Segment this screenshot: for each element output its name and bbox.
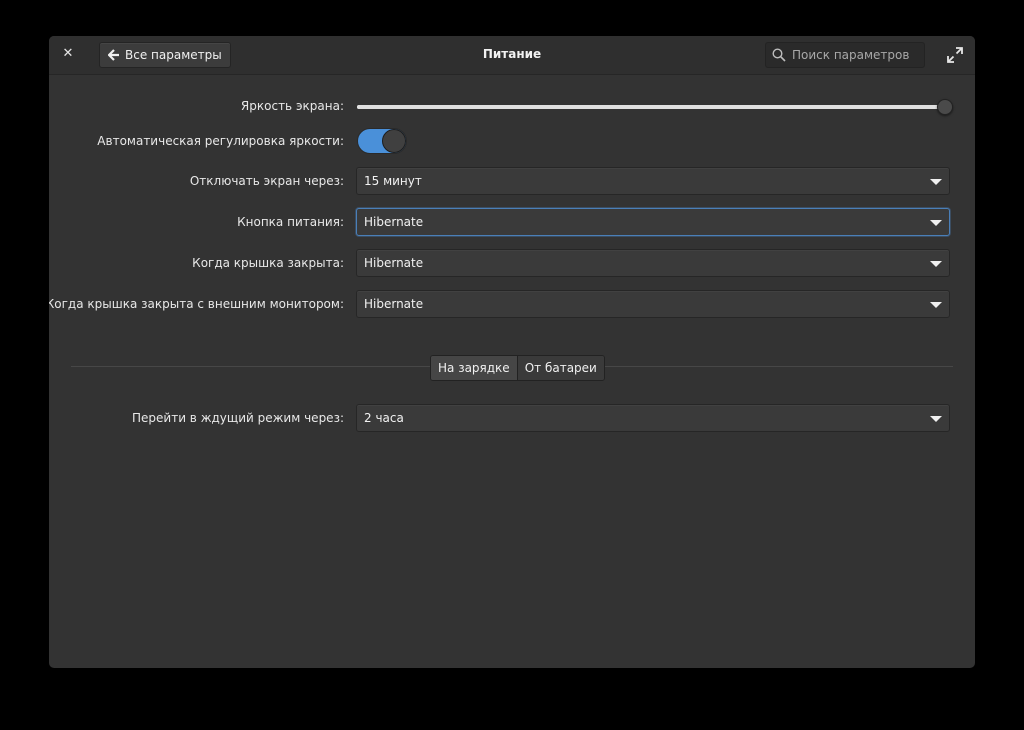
auto-brightness-toggle[interactable] [357, 128, 407, 154]
search-input[interactable] [792, 48, 912, 62]
maximize-icon[interactable] [947, 47, 963, 63]
search-field[interactable] [765, 42, 925, 68]
back-button-label: Все параметры [125, 48, 222, 62]
chevron-down-icon [930, 261, 942, 267]
titlebar: ✕ Все параметры Питание [49, 36, 975, 75]
brightness-label: Яркость экрана: [240, 99, 344, 113]
back-button[interactable]: Все параметры [99, 42, 231, 68]
power-button-select[interactable]: Hibernate [356, 208, 950, 236]
power-button-label: Кнопка питания: [237, 215, 344, 229]
slider-fill [357, 105, 946, 109]
close-icon[interactable]: ✕ [59, 45, 77, 63]
chevron-down-icon [930, 220, 942, 226]
tab-battery[interactable]: От батареи [517, 356, 604, 380]
brightness-slider[interactable] [357, 99, 954, 115]
lid-closed-label: Когда крышка закрыта: [192, 256, 344, 270]
chevron-down-icon [930, 302, 942, 308]
screen-off-select[interactable]: 15 минут [356, 167, 950, 195]
chevron-down-icon [930, 416, 942, 422]
chevron-down-icon [930, 179, 942, 185]
auto-brightness-label: Автоматическая регулировка яркости: [97, 134, 344, 148]
power-button-value: Hibernate [364, 215, 424, 229]
settings-window: ✕ Все параметры Питание Поиск параметров… [49, 36, 975, 668]
sleep-value: 2 часа [364, 411, 404, 425]
screen-off-value: 15 минут [364, 174, 422, 188]
lid-closed-external-select[interactable]: Hibernate [356, 290, 950, 318]
tab-charging[interactable]: На зарядке [431, 356, 518, 380]
lid-closed-external-value: Hibernate [364, 297, 424, 311]
slider-handle[interactable] [937, 99, 954, 115]
lid-closed-external-label: Когда крышка закрыта с внешним монитором… [49, 297, 344, 311]
sleep-label: Перейти в ждущий режим через: [132, 411, 344, 425]
sleep-select[interactable]: 2 часа [356, 404, 950, 432]
lid-closed-select[interactable]: Hibernate [356, 249, 950, 277]
lid-closed-value: Hibernate [364, 256, 424, 270]
toggle-knob [382, 129, 406, 153]
screen-off-label: Отключать экран через: [189, 174, 344, 188]
arrow-left-icon [108, 49, 120, 61]
power-source-switcher: На зарядке От батареи [430, 355, 605, 381]
search-icon [772, 48, 786, 62]
